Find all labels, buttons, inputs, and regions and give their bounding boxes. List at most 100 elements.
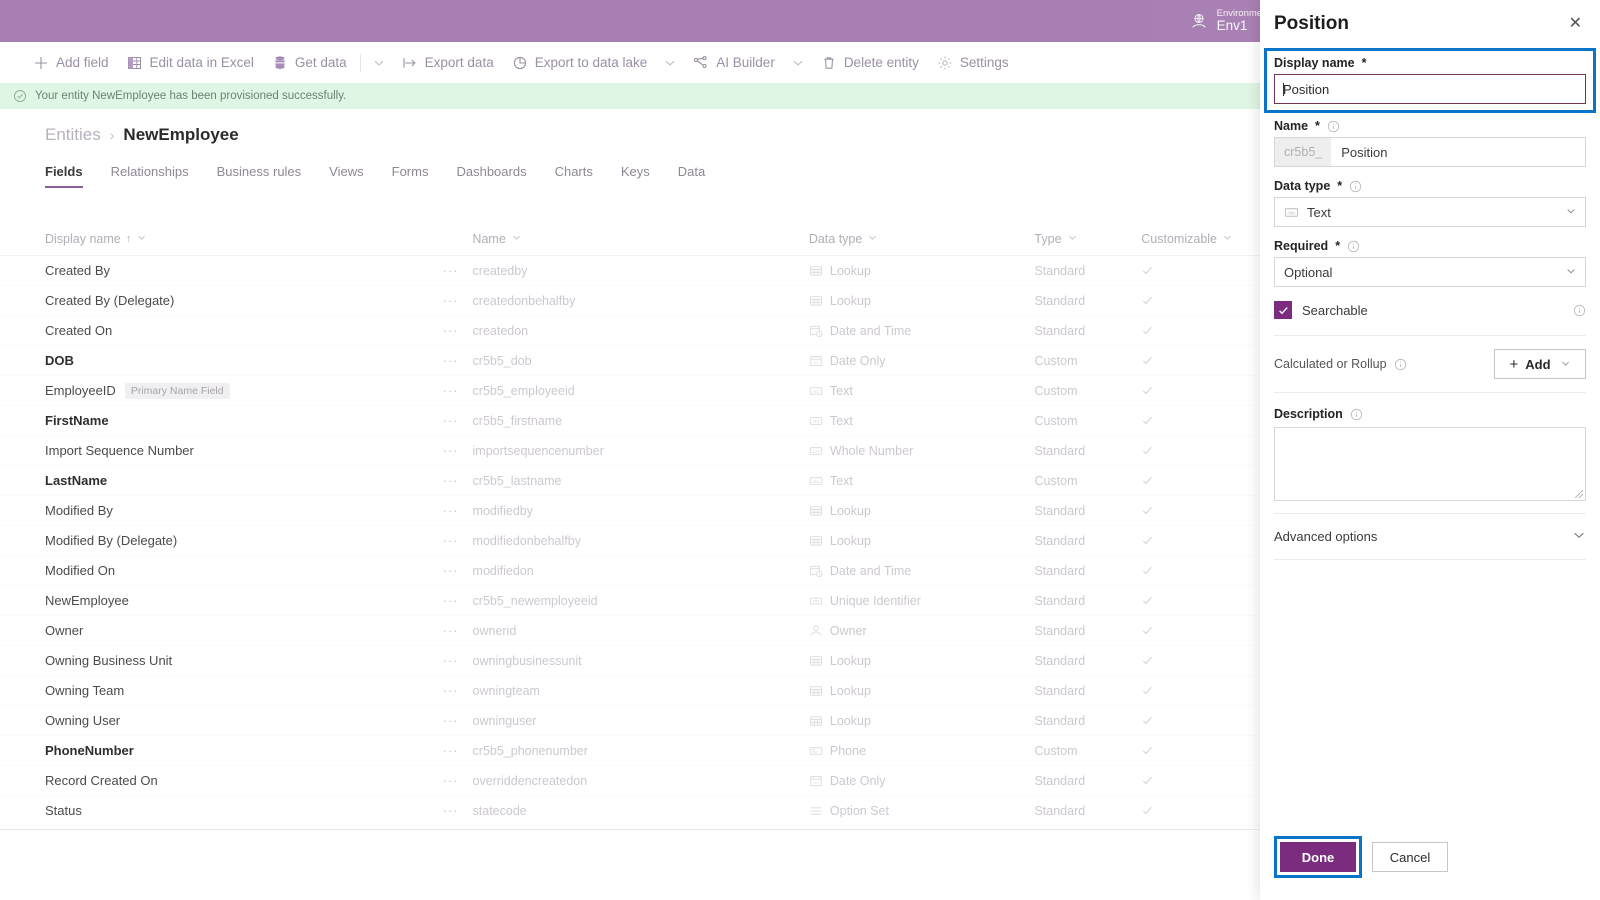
table-row[interactable]: DOB ··· cr5b5_dob 21 Date Only Custom xyxy=(0,346,1260,376)
schema-name-input[interactable]: cr5b5_ Position xyxy=(1274,137,1586,167)
table-row[interactable]: NewEmployee ··· cr5b5_newemployeeid Unique … xyxy=(0,586,1260,616)
info-icon[interactable] xyxy=(1349,180,1362,193)
row-more-menu-icon[interactable]: ··· xyxy=(443,563,459,578)
ai-builder-button[interactable]: AI Builder xyxy=(684,48,784,78)
cell-name: cr5b5_newemployeeid xyxy=(472,593,598,608)
panel-body: Display name * Position Name * cr5b5_ Po… xyxy=(1260,48,1600,836)
tab-dashboards[interactable]: Dashboards xyxy=(442,164,540,188)
row-more-menu-icon[interactable]: ··· xyxy=(443,293,459,308)
tab-views[interactable]: Views xyxy=(315,164,377,188)
table-row[interactable]: Import Sequence Number ··· importsequencen… xyxy=(0,436,1260,466)
table-row[interactable]: EmployeeID Primary Name Field ··· cr5b5_emp… xyxy=(0,376,1260,406)
row-more-menu-icon[interactable]: ··· xyxy=(443,263,459,278)
breadcrumb-separator: › xyxy=(109,127,115,143)
tab-charts[interactable]: Charts xyxy=(541,164,607,188)
searchable-checkbox[interactable] xyxy=(1274,301,1292,319)
row-more-menu-icon[interactable]: ··· xyxy=(443,533,459,548)
row-more-menu-icon[interactable]: ··· xyxy=(443,383,459,398)
done-button[interactable]: Done xyxy=(1280,842,1356,872)
row-more-menu-icon[interactable]: ··· xyxy=(443,743,459,758)
breadcrumb-entities-link[interactable]: Entities xyxy=(45,125,101,145)
cell-display-name: Owning User ··· xyxy=(45,713,473,728)
required-dropdown[interactable]: Optional xyxy=(1274,257,1586,287)
cell-type: Standard xyxy=(1034,503,1086,518)
advanced-options-row[interactable]: Advanced options xyxy=(1274,514,1586,559)
schema-prefix: cr5b5_ xyxy=(1275,138,1332,166)
column-header-name[interactable]: Name xyxy=(472,232,808,246)
tab-business-rules[interactable]: Business rules xyxy=(203,164,316,188)
table-row[interactable]: Owning Business Unit ··· owningbusinessuni… xyxy=(0,646,1260,676)
description-textarea[interactable] xyxy=(1274,427,1586,501)
field-display-name: Owning Team xyxy=(45,683,125,698)
column-header-display-name[interactable]: Display name ↑ xyxy=(45,232,472,246)
ai-builder-chevron-button[interactable] xyxy=(784,48,812,78)
tab-relationships[interactable]: Relationships xyxy=(97,164,203,188)
add-field-button[interactable]: Add field xyxy=(24,48,118,78)
tab-keys[interactable]: Keys xyxy=(607,164,664,188)
display-name-label-text: Display name xyxy=(1274,56,1355,70)
export-data-button[interactable]: Export data xyxy=(393,48,503,78)
get-data-chevron-button[interactable] xyxy=(365,48,393,78)
plus-icon: + xyxy=(1509,355,1519,373)
chevron-down-icon xyxy=(1565,205,1577,220)
row-more-menu-icon[interactable]: ··· xyxy=(443,803,459,818)
table-row[interactable]: Owning Team ··· owningteam Lookup Standard xyxy=(0,676,1260,706)
lookup-icon xyxy=(809,534,823,548)
tab-fields[interactable]: Fields xyxy=(45,164,97,188)
tab-forms[interactable]: Forms xyxy=(378,164,443,188)
add-field-label: Add field xyxy=(56,55,109,70)
table-row[interactable]: Modified By (Delegate) ··· modifiedonbehal… xyxy=(0,526,1260,556)
row-more-menu-icon[interactable]: ··· xyxy=(443,323,459,338)
row-more-menu-icon[interactable]: ··· xyxy=(443,503,459,518)
data-type-dropdown[interactable]: Abc Text xyxy=(1274,197,1586,227)
info-icon[interactable] xyxy=(1347,240,1360,253)
column-header-data-type[interactable]: Data type xyxy=(809,232,1035,246)
info-icon[interactable] xyxy=(1327,120,1340,133)
close-icon[interactable]: ✕ xyxy=(1565,12,1586,36)
table-row[interactable]: PhoneNumber ··· cr5b5_phonenumber Phone Cust… xyxy=(0,736,1260,766)
settings-button[interactable]: Settings xyxy=(928,48,1018,78)
row-more-menu-icon[interactable]: ··· xyxy=(443,683,459,698)
add-calculated-rollup-button[interactable]: + Add xyxy=(1494,349,1586,379)
row-more-menu-icon[interactable]: ··· xyxy=(443,473,459,488)
delete-entity-button[interactable]: Delete entity xyxy=(812,48,928,78)
row-more-menu-icon[interactable]: ··· xyxy=(443,443,459,458)
table-row[interactable]: Owner ··· ownerid Owner Standard xyxy=(0,616,1260,646)
table-row[interactable]: Modified On ··· modifiedon Date and Time Sta… xyxy=(0,556,1260,586)
fields-grid-body: Created By ··· createdby Lookup Standard Crea… xyxy=(0,256,1260,826)
cell-type: Standard xyxy=(1034,803,1086,818)
info-icon[interactable] xyxy=(1394,358,1407,371)
edit-data-in-excel-button[interactable]: Edit data in Excel xyxy=(118,48,263,78)
row-more-menu-icon[interactable]: ··· xyxy=(443,353,459,368)
row-more-menu-icon[interactable]: ··· xyxy=(443,623,459,638)
column-header-type[interactable]: Type xyxy=(1034,232,1141,246)
table-row[interactable]: Owning User ··· owninguser Lookup Standard xyxy=(0,706,1260,736)
row-more-menu-icon[interactable]: ··· xyxy=(443,593,459,608)
tab-data[interactable]: Data xyxy=(664,164,719,188)
calculated-or-rollup-label: Calculated or Rollup xyxy=(1274,357,1407,371)
table-row[interactable]: Created On ··· createdon Date and Time Stand… xyxy=(0,316,1260,346)
table-row[interactable]: Created By ··· createdby Lookup Standard xyxy=(0,256,1260,286)
info-icon[interactable] xyxy=(1350,408,1363,421)
table-row[interactable]: Created By (Delegate) ··· createdonbehalfb… xyxy=(0,286,1260,316)
table-row[interactable]: Modified By ··· modifiedby Lookup Standard xyxy=(0,496,1260,526)
get-data-button[interactable]: Get data xyxy=(263,48,356,78)
cell-customizable xyxy=(1141,504,1260,517)
table-row[interactable]: Status ··· statecode Option Set Standard xyxy=(0,796,1260,826)
info-icon[interactable] xyxy=(1573,304,1586,317)
export-to-data-lake-button[interactable]: Export to data lake xyxy=(503,48,657,78)
row-more-menu-icon[interactable]: ··· xyxy=(443,653,459,668)
table-row[interactable]: Record Created On ··· overriddencreatedon 2… xyxy=(0,766,1260,796)
row-more-menu-icon[interactable]: ··· xyxy=(443,713,459,728)
table-row[interactable]: FirstName ··· cr5b5_firstname Abc Text Custom xyxy=(0,406,1260,436)
table-row[interactable]: LastName ··· cr5b5_lastname Abc Text Custom xyxy=(0,466,1260,496)
row-more-menu-icon[interactable]: ··· xyxy=(443,413,459,428)
cancel-button[interactable]: Cancel xyxy=(1372,842,1448,872)
column-header-customizable[interactable]: Customizable xyxy=(1141,232,1260,246)
row-more-menu-icon[interactable]: ··· xyxy=(443,773,459,788)
name-label-text: Name xyxy=(1274,119,1309,133)
export-to-data-lake-chevron-button[interactable] xyxy=(656,48,684,78)
display-name-input[interactable]: Position xyxy=(1274,74,1586,104)
field-display-name: Modified By xyxy=(45,503,113,518)
environment-selector[interactable]: Environment Env1 xyxy=(1189,8,1270,33)
